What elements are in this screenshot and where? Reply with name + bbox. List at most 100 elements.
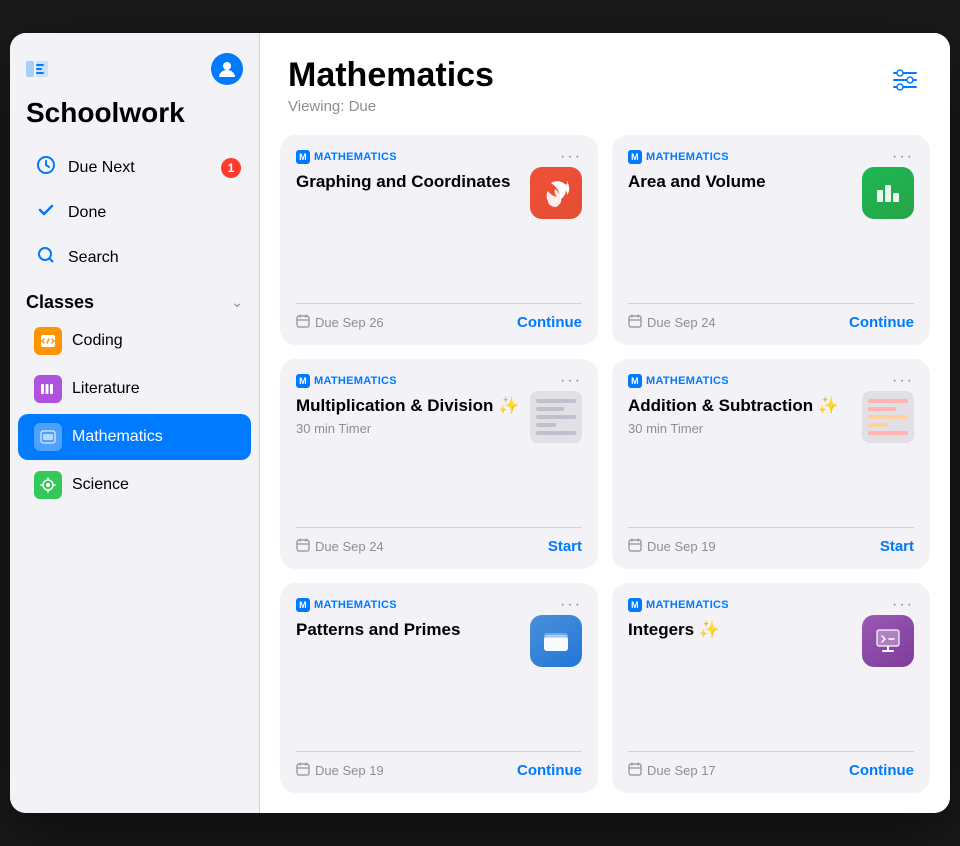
app-title: Schoolwork [10, 93, 259, 145]
header-text: Mathematics Viewing: Due [288, 57, 494, 115]
card-subtitle: 30 min Timer [296, 421, 520, 436]
card-subject: M MATHEMATICS [628, 150, 729, 164]
done-label: Done [68, 204, 106, 222]
classes-section-title: Classes [26, 292, 94, 313]
card-header: M MATHEMATICS ··· [628, 373, 914, 389]
sidebar-toggle-button[interactable] [26, 60, 48, 78]
nav-done[interactable]: Done [18, 191, 251, 234]
due-date: Due Sep 24 [628, 314, 716, 331]
card-body: Addition & Subtraction ✨ 30 min Timer [628, 395, 914, 515]
sidebar-item-literature[interactable]: Literature [18, 366, 251, 412]
start-button[interactable]: Start [880, 538, 914, 555]
subject-icon: M [296, 598, 310, 612]
subject-label: MATHEMATICS [646, 151, 729, 163]
card-body: Graphing and Coordinates [296, 171, 582, 291]
main-content: Mathematics Viewing: Due M [260, 33, 950, 813]
sidebar-item-science[interactable]: Science [18, 462, 251, 508]
calendar-icon [628, 314, 642, 331]
continue-button[interactable]: Continue [517, 762, 582, 779]
subject-label: MATHEMATICS [314, 151, 397, 163]
viewing-label: Viewing: Due [288, 98, 494, 115]
literature-label: Literature [72, 380, 140, 398]
card-menu-button[interactable]: ··· [560, 373, 582, 389]
nav-search[interactable]: Search [18, 236, 251, 279]
calendar-icon [296, 538, 310, 555]
mathematics-class-icon [34, 423, 62, 451]
card-footer: Due Sep 24 Continue [628, 303, 914, 331]
card-subject: M MATHEMATICS [296, 598, 397, 612]
card-subject: M MATHEMATICS [628, 374, 729, 388]
main-header: Mathematics Viewing: Due [260, 33, 950, 127]
keynote-app-icon [862, 615, 914, 667]
card-thumbnail [862, 391, 914, 443]
card-info: Integers ✨ [628, 619, 852, 645]
continue-button[interactable]: Continue [517, 314, 582, 331]
card-title: Graphing and Coordinates [296, 171, 520, 193]
subject-label: MATHEMATICS [314, 375, 397, 387]
card-header: M MATHEMATICS ··· [296, 373, 582, 389]
card-title: Integers ✨ [628, 619, 852, 641]
subject-icon: M [296, 374, 310, 388]
filter-button[interactable] [888, 65, 922, 101]
sidebar: Schoolwork Due Next 1 Done [10, 33, 260, 813]
sidebar-item-coding[interactable]: Coding [18, 318, 251, 364]
continue-button[interactable]: Continue [849, 314, 914, 331]
due-date: Due Sep 24 [296, 538, 384, 555]
card-footer: Due Sep 26 Continue [296, 303, 582, 331]
card-footer: Due Sep 19 Continue [296, 751, 582, 779]
due-next-icon [34, 155, 58, 180]
card-subject: M MATHEMATICS [296, 374, 397, 388]
card-info: Addition & Subtraction ✨ 30 min Timer [628, 395, 852, 436]
card-info: Area and Volume [628, 171, 852, 197]
subject-icon: M [628, 150, 642, 164]
search-label: Search [68, 249, 119, 267]
assignment-card-multiplication[interactable]: M MATHEMATICS ··· Multiplication & Divis… [280, 359, 598, 569]
coding-class-icon [34, 327, 62, 355]
card-title: Multiplication & Division ✨ [296, 395, 520, 417]
card-thumbnail [530, 391, 582, 443]
card-info: Graphing and Coordinates [296, 171, 520, 197]
card-footer: Due Sep 24 Start [296, 527, 582, 555]
card-info: Patterns and Primes [296, 619, 520, 645]
assignment-card-patterns[interactable]: M MATHEMATICS ··· Patterns and Primes [280, 583, 598, 793]
start-button[interactable]: Start [548, 538, 582, 555]
sidebar-header [10, 53, 259, 93]
card-menu-button[interactable]: ··· [560, 149, 582, 165]
card-body: Integers ✨ [628, 619, 914, 739]
continue-button[interactable]: Continue [849, 762, 914, 779]
files-app-icon [530, 615, 582, 667]
card-menu-button[interactable]: ··· [892, 149, 914, 165]
subject-icon: M [628, 374, 642, 388]
mathematics-label: Mathematics [72, 428, 163, 446]
card-menu-button[interactable]: ··· [892, 373, 914, 389]
assignment-card-integers[interactable]: M MATHEMATICS ··· Integers ✨ [612, 583, 930, 793]
card-footer: Due Sep 19 Start [628, 527, 914, 555]
nav-due-next[interactable]: Due Next 1 [18, 146, 251, 189]
calendar-icon [296, 314, 310, 331]
numbers-app-icon [862, 167, 914, 219]
subject-label: MATHEMATICS [314, 599, 397, 611]
card-body: Area and Volume [628, 171, 914, 291]
done-icon [34, 200, 58, 225]
science-class-icon [34, 471, 62, 499]
card-info: Multiplication & Division ✨ 30 min Timer [296, 395, 520, 436]
card-menu-button[interactable]: ··· [560, 597, 582, 613]
assignment-card-graphing[interactable]: M MATHEMATICS ··· Graphing and Coordinat… [280, 135, 598, 345]
calendar-icon [628, 762, 642, 779]
assignment-card-addition[interactable]: M MATHEMATICS ··· Addition & Subtraction… [612, 359, 930, 569]
user-avatar[interactable] [211, 53, 243, 85]
assignment-card-area-volume[interactable]: M MATHEMATICS ··· Area and Volume [612, 135, 930, 345]
science-label: Science [72, 476, 129, 494]
subject-label: MATHEMATICS [646, 599, 729, 611]
due-date: Due Sep 19 [628, 538, 716, 555]
classes-chevron-icon[interactable]: ⌄ [231, 294, 243, 311]
due-date: Due Sep 17 [628, 762, 716, 779]
card-subject: M MATHEMATICS [628, 598, 729, 612]
card-subject: M MATHEMATICS [296, 150, 397, 164]
card-header: M MATHEMATICS ··· [296, 597, 582, 613]
due-next-label: Due Next [68, 159, 135, 177]
sidebar-item-mathematics[interactable]: Mathematics [18, 414, 251, 460]
card-subtitle: 30 min Timer [628, 421, 852, 436]
card-menu-button[interactable]: ··· [892, 597, 914, 613]
subject-icon: M [296, 150, 310, 164]
